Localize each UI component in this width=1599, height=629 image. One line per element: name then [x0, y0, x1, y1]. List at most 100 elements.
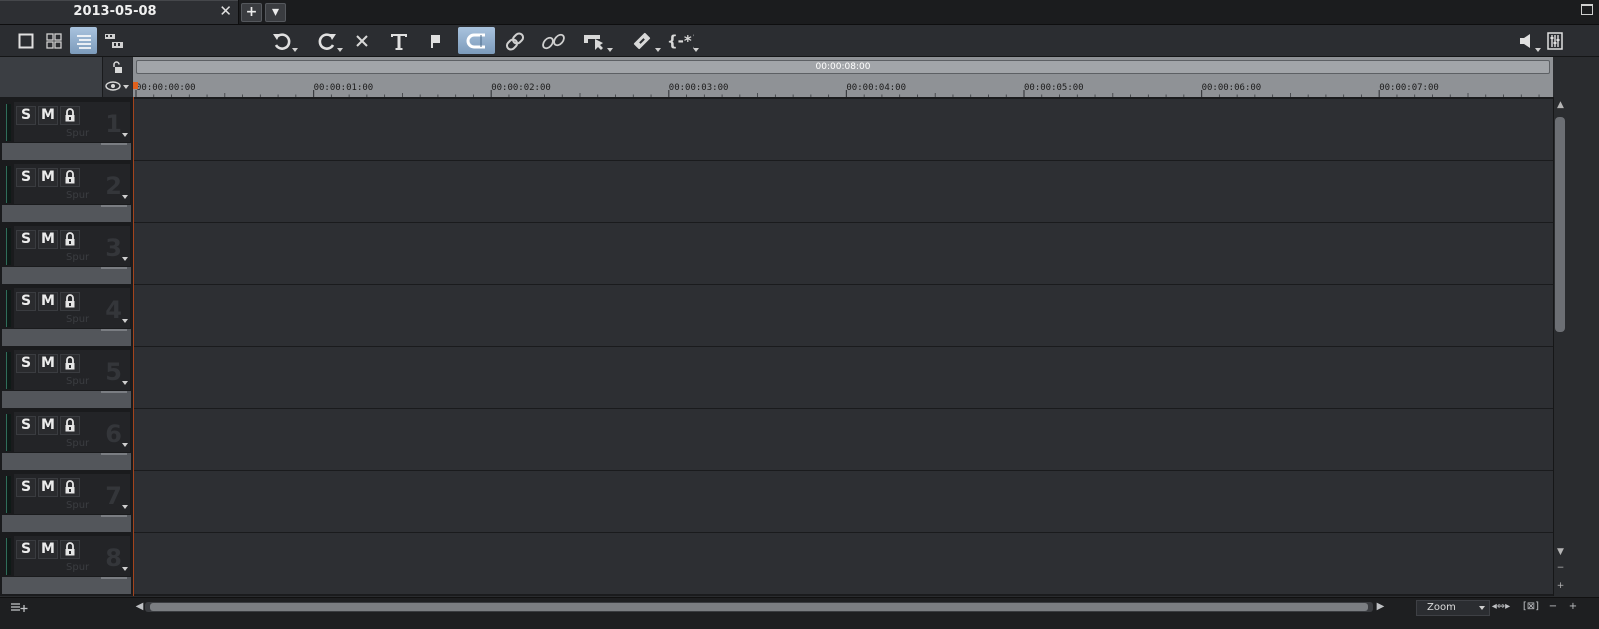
track-lane[interactable] — [134, 347, 1553, 408]
solo-button[interactable]: S — [16, 168, 36, 187]
timeline-ruler[interactable]: 00:00:08:00 00:00:00:00 00:00:01:00 00:00:… — [133, 57, 1553, 97]
track-name[interactable]: Spur — [66, 376, 89, 387]
track-lane[interactable] — [134, 409, 1553, 470]
solo-button[interactable]: S — [16, 354, 36, 373]
track-name[interactable]: Spur — [66, 128, 89, 139]
mute-button[interactable]: M — [38, 292, 58, 311]
razor-dropdown-icon[interactable] — [655, 48, 661, 52]
solo-button[interactable]: S — [16, 478, 36, 497]
track-header[interactable]: 3 Spur S M — [0, 223, 131, 285]
audio-dropdown-icon[interactable] — [1535, 48, 1541, 52]
track-resize-handle[interactable] — [101, 205, 127, 207]
fit-to-window-icon[interactable]: [⊠] — [1519, 600, 1543, 614]
track-resize-handle[interactable] — [101, 515, 127, 517]
project-tab[interactable]: 2013-05-08 ✕ — [0, 0, 239, 24]
track-menu-icon[interactable] — [122, 257, 128, 261]
track-lane[interactable] — [134, 99, 1553, 160]
track-resize-handle[interactable] — [101, 391, 127, 393]
redo-dropdown-icon[interactable] — [337, 48, 343, 52]
mute-button[interactable]: M — [38, 354, 58, 373]
solo-button[interactable]: S — [16, 540, 36, 559]
edit-mode-button[interactable] — [578, 27, 613, 54]
link-button[interactable] — [503, 27, 527, 54]
track-resize-handle[interactable] — [101, 329, 127, 331]
track-zoom-out-icon[interactable]: − — [1554, 562, 1567, 574]
audio-button[interactable] — [1512, 27, 1541, 54]
track-lane[interactable] — [134, 285, 1553, 346]
effects-dropdown-icon[interactable] — [693, 48, 699, 52]
storyboard-view-button[interactable] — [42, 27, 66, 54]
view-dropdown-icon[interactable] — [123, 85, 129, 89]
horizontal-scroll-thumb[interactable] — [150, 603, 1368, 611]
lock-track-button[interactable] — [60, 416, 80, 435]
redo-button[interactable] — [312, 27, 343, 54]
track-header[interactable]: 2 Spur S M — [0, 161, 131, 223]
lock-track-button[interactable] — [60, 540, 80, 559]
zoom-out-icon[interactable]: − — [1546, 600, 1560, 614]
solo-button[interactable]: S — [16, 106, 36, 125]
solo-button[interactable]: S — [16, 230, 36, 249]
marker-button[interactable] — [424, 27, 446, 54]
vertical-scroll-thumb[interactable] — [1555, 117, 1565, 332]
track-menu-icon[interactable] — [122, 381, 128, 385]
solo-button[interactable]: S — [16, 292, 36, 311]
track-menu-icon[interactable] — [122, 567, 128, 571]
scroll-up-icon[interactable]: ▲ — [1554, 99, 1567, 111]
track-header[interactable]: 6 Spur S M — [0, 409, 131, 471]
track-lane[interactable] — [134, 533, 1553, 594]
undo-button[interactable] — [267, 27, 298, 54]
delete-button[interactable] — [351, 27, 373, 54]
track-name[interactable]: Spur — [66, 190, 89, 201]
lock-track-button[interactable] — [60, 168, 80, 187]
effects-button[interactable]: {-*} — [662, 27, 699, 54]
track-resize-handle[interactable] — [101, 453, 127, 455]
playhead-handle[interactable] — [133, 82, 138, 89]
unlink-button[interactable] — [537, 27, 569, 54]
track-name[interactable]: Spur — [66, 314, 89, 325]
mixer-button[interactable] — [1545, 27, 1565, 54]
mute-button[interactable]: M — [38, 478, 58, 497]
scroll-down-icon[interactable]: ▼ — [1554, 546, 1567, 558]
timeline-overview-bar[interactable]: 00:00:08:00 — [136, 60, 1550, 74]
track-name[interactable]: Spur — [66, 500, 89, 511]
close-tab-icon[interactable]: ✕ — [219, 2, 232, 20]
title-button[interactable] — [386, 27, 412, 54]
track-header[interactable]: 5 Spur S M — [0, 347, 131, 409]
timeline-view-button[interactable] — [70, 27, 97, 54]
solo-button[interactable]: S — [16, 416, 36, 435]
track-menu-icon[interactable] — [122, 319, 128, 323]
edit-mode-dropdown-icon[interactable] — [607, 48, 613, 52]
window-restore-icon[interactable] — [1581, 4, 1593, 15]
track-menu-icon[interactable] — [122, 133, 128, 137]
lock-track-button[interactable] — [60, 230, 80, 249]
mute-button[interactable]: M — [38, 168, 58, 187]
lock-track-button[interactable] — [60, 106, 80, 125]
track-menu-icon[interactable] — [122, 443, 128, 447]
undo-dropdown-icon[interactable] — [292, 48, 298, 52]
track-lane[interactable] — [134, 161, 1553, 222]
multicam-button[interactable] — [101, 27, 127, 54]
track-menu-icon[interactable] — [122, 195, 128, 199]
track-header[interactable]: 7 Spur S M — [0, 471, 131, 533]
lock-track-button[interactable] — [60, 292, 80, 311]
track-resize-handle[interactable] — [101, 577, 127, 579]
track-name[interactable]: Spur — [66, 562, 89, 573]
add-track-icon[interactable] — [10, 601, 28, 613]
track-resize-handle[interactable] — [101, 143, 127, 145]
track-menu-icon[interactable] — [122, 505, 128, 509]
tab-menu-button[interactable]: ▾ — [265, 3, 286, 22]
lock-open-icon[interactable] — [110, 61, 124, 74]
eye-icon[interactable] — [105, 81, 121, 91]
track-lane[interactable] — [134, 223, 1553, 284]
zoom-in-icon[interactable]: + — [1566, 600, 1580, 614]
track-name[interactable]: Spur — [66, 252, 89, 263]
zoom-select[interactable]: Zoom — [1416, 600, 1490, 616]
track-zoom-in-icon[interactable]: + — [1554, 580, 1567, 592]
track-header[interactable]: 1 Spur S M — [0, 99, 131, 161]
single-view-button[interactable] — [14, 27, 38, 54]
mute-button[interactable]: M — [38, 540, 58, 559]
mute-button[interactable]: M — [38, 106, 58, 125]
lock-track-button[interactable] — [60, 478, 80, 497]
mute-button[interactable]: M — [38, 416, 58, 435]
new-tab-button[interactable]: + — [241, 3, 262, 22]
